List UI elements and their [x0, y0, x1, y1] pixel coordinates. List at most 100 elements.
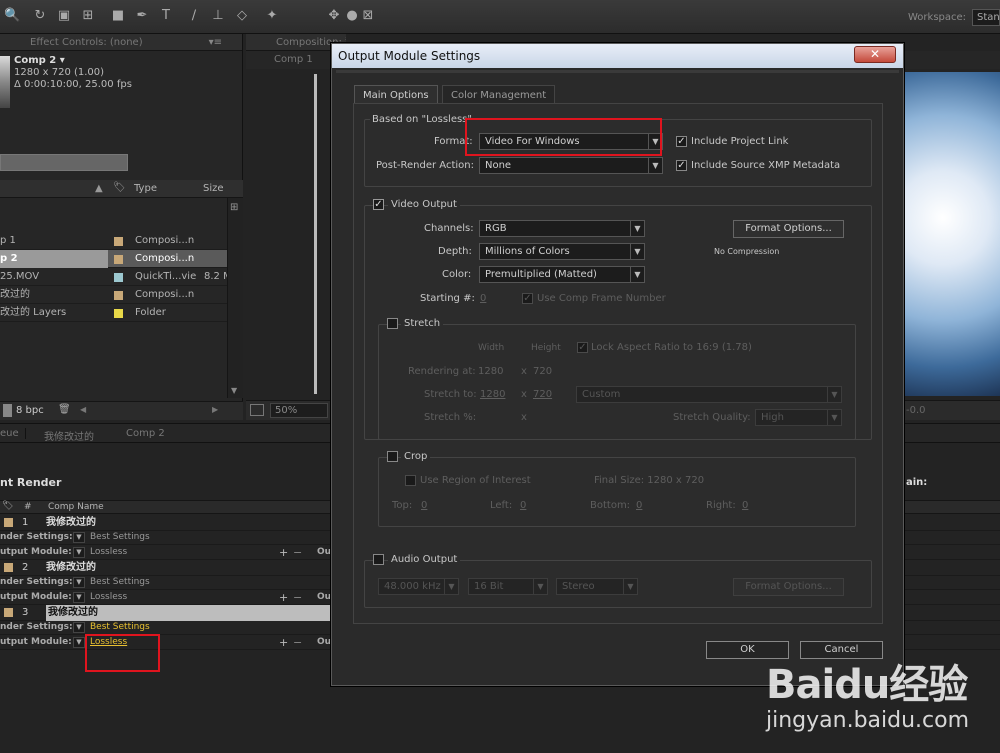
tab-comp-main[interactable]: 我修改过的 [44, 428, 94, 443]
audio-bits-select[interactable]: 16 Bit ▼ [468, 578, 548, 595]
render-item-label-swatch[interactable] [4, 518, 13, 527]
tab-render-queue[interactable]: eue [0, 428, 26, 439]
col-type[interactable]: Type [134, 183, 157, 194]
trash-icon[interactable]: 🗑 [58, 404, 71, 415]
sort-arrow-icon[interactable]: ▲ [95, 183, 103, 194]
use-comp-frame-checkbox[interactable]: ✓ [522, 293, 533, 304]
clone-stamp-tool-icon[interactable]: ⊥ [210, 8, 226, 24]
project-scrollbar[interactable]: ⊞ ▼ [227, 198, 243, 398]
remove-output-module-icon[interactable]: − [293, 545, 302, 560]
label-color-swatch[interactable] [114, 309, 123, 318]
zoom-select[interactable]: 50% [270, 403, 328, 418]
color-select[interactable]: Premultiplied (Matted) ▼ [479, 266, 645, 283]
zoom-tool-icon[interactable]: 🔍 [4, 8, 20, 24]
video-output-checkbox[interactable]: ✓ [373, 199, 384, 210]
tab-color-management[interactable]: Color Management [442, 85, 556, 104]
brush-tool-icon[interactable]: ∕ [186, 8, 202, 24]
camera-tool-icon[interactable]: ▣ [56, 8, 72, 24]
close-icon[interactable]: ✕ [854, 46, 896, 63]
audio-channels-select[interactable]: Stereo ▼ [556, 578, 638, 595]
audio-format-options-button[interactable]: Format Options... [733, 578, 844, 596]
include-project-link-checkbox[interactable]: ✓ [676, 136, 687, 147]
lock-aspect-checkbox[interactable]: ✓ [577, 342, 588, 353]
project-item[interactable]: p 2 Composi...n [0, 250, 227, 268]
audio-output-checkbox[interactable] [373, 554, 384, 565]
project-item[interactable]: 改过的 Composi...n [0, 286, 227, 304]
col-size[interactable]: Size [203, 183, 224, 194]
use-roi-checkbox[interactable] [405, 475, 416, 486]
format-options-button[interactable]: Format Options... [733, 220, 844, 238]
stretch-height-value[interactable]: 720 [533, 389, 552, 400]
puppet-pin-tool-icon[interactable]: ✦ [264, 8, 280, 24]
expand-arrow-icon[interactable]: ▼ [73, 622, 85, 633]
project-search-input[interactable] [0, 154, 128, 171]
remove-output-module-icon[interactable]: − [293, 635, 302, 650]
workspace-select[interactable]: Stan [972, 9, 1000, 26]
rotate-tool-icon[interactable]: ↻ [32, 8, 48, 24]
expand-arrow-icon[interactable]: ▼ [73, 547, 85, 558]
col-num[interactable]: # [24, 502, 32, 512]
crop-bottom-value[interactable]: 0 [636, 500, 642, 511]
stretch-checkbox[interactable] [387, 318, 398, 329]
exposure-value[interactable]: -0.0 [906, 405, 926, 416]
add-output-module-icon[interactable]: + [279, 590, 288, 605]
label-color-swatch[interactable] [114, 273, 123, 282]
effect-controls-tab[interactable]: Effect Controls: (none) ▾≡ [0, 34, 242, 51]
crop-left-value[interactable]: 0 [520, 500, 526, 511]
remove-output-module-icon[interactable]: − [293, 590, 302, 605]
eraser-tool-icon[interactable]: ◇ [234, 8, 250, 24]
project-item[interactable]: 改过的 Layers Folder [0, 304, 227, 322]
add-output-module-icon[interactable]: + [279, 545, 288, 560]
label-color-swatch[interactable] [114, 255, 123, 264]
expand-arrow-icon[interactable]: ▼ [73, 532, 85, 543]
flowchart-icon[interactable]: ⊞ [230, 202, 238, 213]
world-axis-icon[interactable]: ⊠ [360, 8, 376, 24]
render-item-label-swatch[interactable] [4, 608, 13, 617]
scroll-left-icon[interactable]: ◀ [80, 405, 86, 414]
scroll-down-icon[interactable]: ▼ [231, 386, 237, 395]
label-color-swatch[interactable] [114, 291, 123, 300]
crop-top-value[interactable]: 0 [421, 500, 427, 511]
axis-mode-icon[interactable]: ✥ [326, 8, 342, 24]
always-preview-icon[interactable] [250, 404, 264, 416]
stretch-width-value[interactable]: 1280 [480, 389, 505, 400]
render-settings-value[interactable]: Best Settings [90, 530, 150, 545]
expand-arrow-icon[interactable]: ▼ [73, 577, 85, 588]
render-label-icon[interactable]: 🏷 [2, 501, 13, 511]
expand-arrow-icon[interactable]: ▼ [73, 637, 85, 648]
render-item-label-swatch[interactable] [4, 563, 13, 572]
post-render-select[interactable]: None ▼ [479, 157, 663, 174]
project-item[interactable]: p 1 Composi...n [0, 232, 227, 250]
comp-flow-tab[interactable]: Comp 1 [274, 54, 313, 65]
crop-checkbox[interactable] [387, 451, 398, 462]
stretch-preset-select[interactable]: Custom ▼ [576, 386, 842, 403]
tab-comp-2[interactable]: Comp 2 [126, 428, 165, 439]
panel-menu-icon[interactable]: ▾≡ [209, 34, 222, 51]
add-output-module-icon[interactable]: + [279, 635, 288, 650]
channels-select[interactable]: RGB ▼ [479, 220, 645, 237]
output-module-value[interactable]: Lossless [90, 545, 127, 560]
label-color-swatch[interactable] [114, 237, 123, 246]
expand-arrow-icon[interactable]: ▼ [73, 592, 85, 603]
bpc-indicator[interactable]: 8 bpc [16, 405, 44, 416]
pen-tool-icon[interactable]: ✒ [134, 8, 150, 24]
pan-behind-tool-icon[interactable]: ⊞ [80, 8, 96, 24]
dialog-titlebar[interactable]: Output Module Settings ✕ [332, 44, 903, 68]
scroll-right-icon[interactable]: ▶ [212, 405, 218, 414]
local-axis-icon[interactable]: ● [344, 8, 360, 24]
output-module-value[interactable]: Lossless [90, 590, 127, 605]
label-tag-icon[interactable]: 🏷 [113, 182, 126, 193]
stretch-quality-select[interactable]: High ▼ [755, 409, 842, 426]
tab-main-options[interactable]: Main Options [354, 85, 438, 104]
rectangle-tool-icon[interactable]: ■ [110, 8, 126, 24]
project-item[interactable]: 25.MOV QuickTi...vie 8.2 M [0, 268, 232, 286]
render-settings-value[interactable]: Best Settings [90, 575, 150, 590]
col-comp-name[interactable]: Comp Name [48, 502, 104, 512]
include-xmp-checkbox[interactable]: ✓ [676, 160, 687, 171]
starting-number-value[interactable]: 0 [480, 293, 486, 304]
depth-select[interactable]: Millions of Colors ▼ [479, 243, 645, 260]
type-tool-icon[interactable]: T [158, 8, 174, 24]
audio-rate-select[interactable]: 48.000 kHz ▼ [378, 578, 459, 595]
interpret-footage-icon[interactable] [3, 404, 12, 417]
crop-right-value[interactable]: 0 [742, 500, 748, 511]
